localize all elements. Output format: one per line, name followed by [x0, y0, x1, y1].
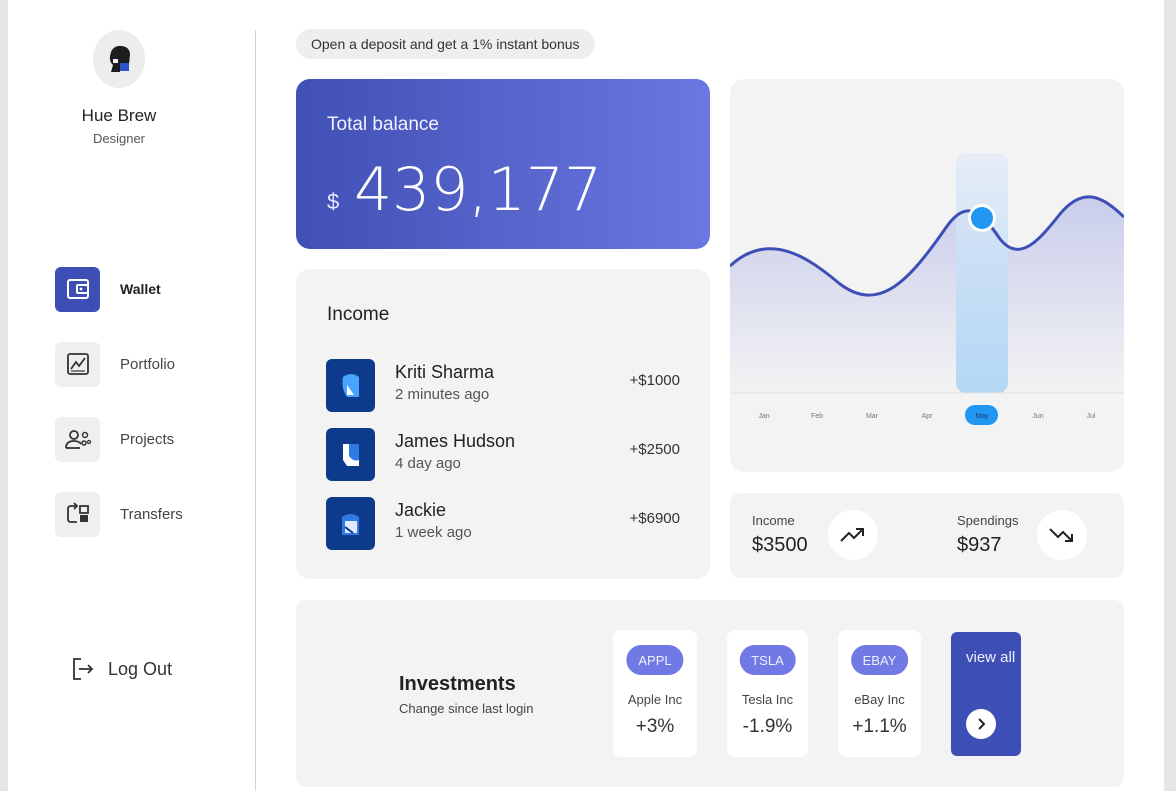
sidebar-divider: [255, 30, 256, 791]
chart-icon: [55, 341, 100, 387]
sidebar-item-portfolio[interactable]: Portfolio: [55, 341, 175, 387]
income-name: Jackie: [395, 500, 447, 520]
stock-change: +1.1%: [852, 716, 907, 737]
income-amount: +$6900: [629, 510, 680, 527]
balance-card: Total balance $ 439,177: [296, 79, 710, 249]
selected-month-bar: [956, 153, 1008, 393]
logout-button[interactable]: Log Out: [70, 656, 172, 682]
stock-card-tsla[interactable]: TSLA Tesla Inc -1.9%: [727, 630, 808, 757]
stock-ticker: APPL: [626, 645, 684, 675]
income-row[interactable]: Jackie 1 week ago +$6900: [326, 497, 680, 551]
stock-name: Apple Inc: [627, 692, 683, 707]
transfer-icon: [55, 491, 100, 537]
income-row[interactable]: Kriti Sharma 2 minutes ago +$1000: [326, 359, 680, 413]
logout-label: Log Out: [108, 658, 173, 679]
income-name: James Hudson: [395, 431, 516, 451]
spend-stat-value: $937: [957, 534, 1002, 556]
avatar: [326, 497, 375, 550]
balance-title: Total balance: [327, 114, 439, 135]
sidebar-item-label: Projects: [120, 430, 175, 448]
income-title: Income: [327, 304, 390, 325]
month-label[interactable]: Mar: [866, 413, 879, 420]
promo-banner[interactable]: Open a deposit and get a 1% instant bonu…: [296, 29, 595, 59]
chevron-right-icon: [966, 709, 996, 739]
sidebar-item-wallet[interactable]: Wallet: [55, 266, 161, 312]
month-label[interactable]: Jan: [758, 413, 769, 420]
income-card: Income Kriti Sharma 2 minutes ago +$1000…: [296, 269, 710, 579]
income-time: 1 week ago: [395, 524, 472, 541]
spend-stat-label: Spendings: [957, 513, 1019, 528]
sidebar-item-projects[interactable]: Projects: [55, 416, 174, 462]
profile-avatar[interactable]: [93, 30, 145, 88]
avatar: [326, 359, 375, 412]
user-avatar-icon: [109, 45, 130, 72]
chart-point[interactable]: [971, 207, 993, 229]
investments-subtitle: Change since last login: [399, 701, 534, 716]
stock-change: +3%: [635, 716, 675, 737]
view-all-label: view all: [966, 649, 1016, 666]
stock-name: Tesla Inc: [741, 692, 794, 707]
stock-ticker: EBAY: [850, 645, 909, 675]
profile-role: Designer: [92, 131, 146, 146]
income-stat-value: $3500: [752, 534, 808, 556]
sidebar: Hue Brew Designer Wallet Portfolio Proje…: [16, 0, 264, 791]
income-time: 2 minutes ago: [395, 386, 490, 403]
stock-ticker: TSLA: [739, 645, 796, 675]
balance-chart[interactable]: Jan Feb Mar Apr May Jun Jul: [730, 79, 1124, 472]
balance-value: 439,177: [354, 155, 603, 225]
investments-card: Investments Change since last login APPL…: [296, 600, 1124, 787]
logout-icon: [73, 658, 94, 680]
wallet-icon: [55, 266, 100, 312]
month-label[interactable]: Apr: [922, 413, 934, 420]
trending-down-icon: [1049, 528, 1073, 542]
month-label[interactable]: Jul: [1087, 413, 1096, 420]
stats-card: Income $3500 Spendings $937: [730, 493, 1124, 578]
view-all-button[interactable]: view all: [951, 632, 1021, 756]
profile-name: Hue Brew: [81, 106, 157, 125]
stock-name: eBay Inc: [854, 692, 905, 707]
balance-currency: $: [327, 189, 340, 214]
income-time: 4 day ago: [395, 455, 461, 472]
sidebar-item-label: Wallet: [120, 281, 161, 297]
team-settings-icon: [55, 416, 100, 462]
trending-up-button[interactable]: [828, 510, 878, 560]
month-label[interactable]: Jun: [1032, 413, 1043, 420]
chart-area: [730, 196, 1124, 393]
sidebar-item-transfers[interactable]: Transfers: [55, 491, 183, 537]
month-label[interactable]: Feb: [811, 413, 823, 420]
trending-up-icon: [840, 528, 864, 542]
month-label-selected[interactable]: May: [975, 413, 989, 420]
investments-title: Investments: [399, 673, 516, 695]
stock-card-appl[interactable]: APPL Apple Inc +3%: [613, 630, 697, 757]
income-amount: +$2500: [629, 441, 680, 458]
chart-svg: Jan Feb Mar Apr May Jun Jul: [730, 153, 1124, 425]
income-name: Kriti Sharma: [395, 362, 495, 382]
avatar: [326, 428, 375, 481]
income-amount: +$1000: [629, 372, 680, 389]
trending-down-button[interactable]: [1037, 510, 1087, 560]
income-row[interactable]: James Hudson 4 day ago +$2500: [326, 428, 680, 482]
stock-change: -1.9%: [742, 716, 793, 737]
sidebar-item-label: Portfolio: [120, 355, 176, 373]
income-stat-label: Income: [752, 513, 795, 528]
sidebar-item-label: Transfers: [120, 505, 183, 523]
stock-card-ebay[interactable]: EBAY eBay Inc +1.1%: [838, 630, 921, 757]
